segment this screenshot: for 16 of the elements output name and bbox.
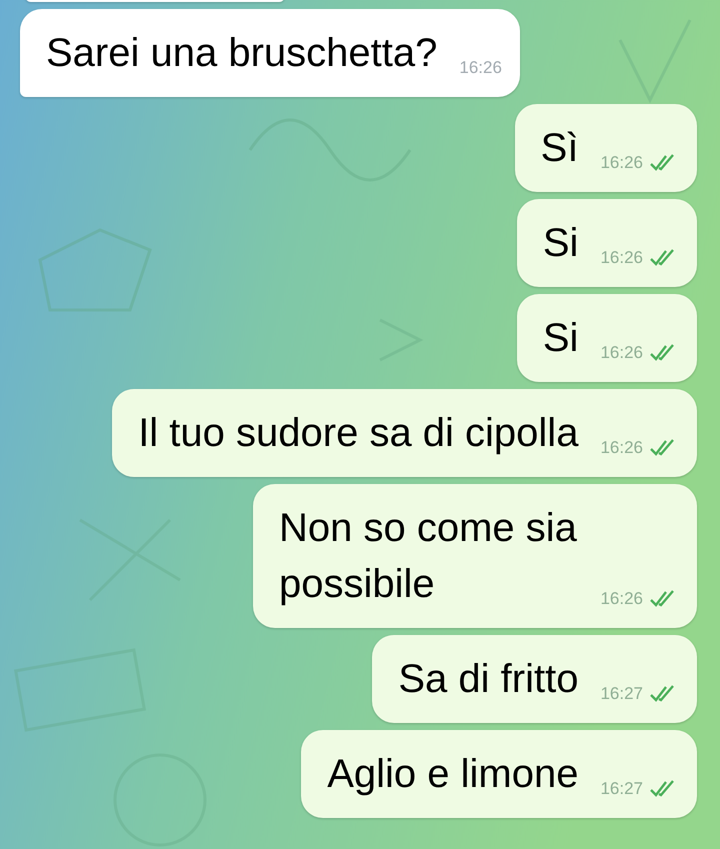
message-time: 16:26 bbox=[600, 152, 643, 174]
message-text: Il tuo sudore sa di cipolla bbox=[138, 411, 578, 455]
message-time: 16:26 bbox=[600, 588, 643, 610]
message-time: 16:26 bbox=[600, 437, 643, 459]
message-text: Non so come sia possibile bbox=[279, 506, 577, 606]
message-text: Aglio e limone bbox=[327, 752, 578, 796]
message-text: Sì bbox=[540, 126, 578, 170]
message-text: Sarei una bruschetta? bbox=[46, 31, 438, 75]
message-time: 16:27 bbox=[600, 778, 643, 800]
message-time: 16:27 bbox=[600, 683, 643, 705]
message-time: 16:26 bbox=[600, 342, 643, 364]
message-text: Si bbox=[542, 221, 578, 265]
message-text: Si bbox=[542, 316, 578, 360]
message-text: Sa di fritto bbox=[398, 657, 578, 701]
message-time: 16:26 bbox=[600, 247, 643, 269]
message-time: 16:26 bbox=[459, 57, 502, 79]
